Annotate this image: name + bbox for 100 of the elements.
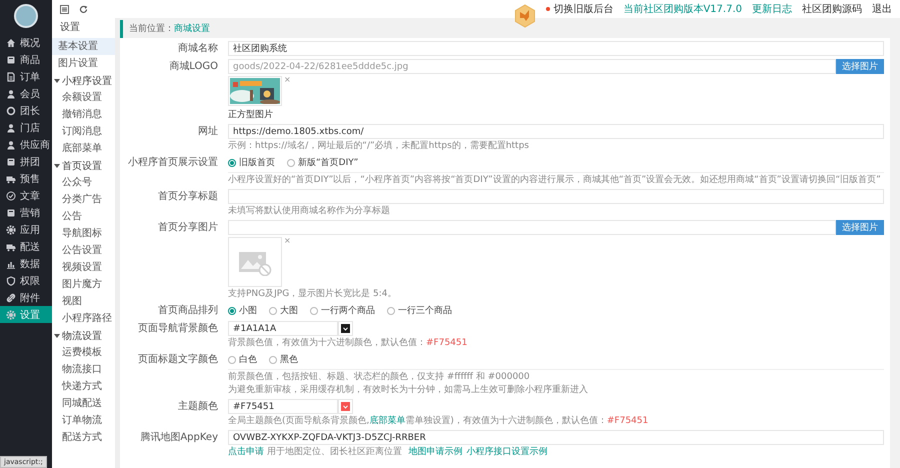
header-link[interactable]: 社区团购源码 — [802, 2, 862, 16]
person-icon — [6, 88, 16, 98]
menu-item[interactable]: 撤销消息 — [52, 106, 115, 123]
nav-item[interactable]: 文章 — [0, 187, 52, 204]
menu-item[interactable]: 快递方式 — [52, 378, 115, 395]
nav-item[interactable]: 拼团 — [0, 153, 52, 170]
person-icon — [6, 140, 16, 150]
nav-item[interactable]: 门店 — [0, 119, 52, 136]
field-label: 腾讯地图AppKey — [139, 430, 218, 445]
radio-option[interactable]: 旧版首页 — [228, 156, 275, 169]
radio-option[interactable]: 黑色 — [269, 353, 298, 366]
menu-icon[interactable] — [60, 4, 69, 14]
nav-item[interactable]: 应用 — [0, 221, 52, 238]
truck-icon — [6, 242, 16, 252]
menu-item[interactable]: 订单物流 — [52, 412, 115, 429]
menu-item[interactable]: 小程序路径 — [52, 310, 115, 327]
avatar — [14, 4, 38, 28]
nav-item[interactable]: 商品 — [0, 51, 52, 68]
square-icon — [6, 208, 16, 218]
document-icon — [6, 72, 16, 82]
menu-item[interactable]: 公告设置 — [52, 242, 115, 259]
hint-link[interactable]: 点击申请 — [228, 447, 264, 457]
text-field[interactable] — [228, 189, 884, 204]
hint-text: 全局主题颜色(页面导航条背景颜色,底部菜单需单独设置)，有效值为十六进制颜色，默认色值：#F75451 — [228, 416, 650, 427]
menu-group[interactable]: 物流设置 — [52, 327, 115, 344]
check-icon — [6, 190, 16, 200]
field-label: 商城LOGO — [168, 60, 218, 74]
menu-item[interactable]: 余额设置 — [52, 89, 115, 106]
hint-text: 背景颜色值，有效值为十六进制颜色，默认色值：#F75451 — [228, 338, 468, 349]
field-label: 页面标题文字颜色 — [137, 352, 218, 367]
menu-group[interactable]: 首页设置 — [52, 157, 115, 174]
menu-item[interactable]: 公告 — [52, 208, 115, 225]
menu-item[interactable]: 同城配送 — [52, 395, 115, 412]
color-field[interactable]: #F75451 — [228, 399, 338, 414]
radio-option[interactable]: 一行三个商品 — [387, 304, 452, 317]
menu-item[interactable]: 底部菜单 — [52, 140, 115, 157]
text-field[interactable]: https://demo.1805.xtbs.com/ — [228, 124, 884, 139]
menu-item[interactable]: 订阅消息 — [52, 123, 115, 140]
radio-option[interactable]: 一行两个商品 — [310, 304, 375, 317]
menu-item[interactable]: 物流接口 — [52, 361, 115, 378]
field-label: 首页分享标题 — [157, 190, 218, 204]
refresh-icon[interactable] — [79, 4, 88, 14]
nav-item[interactable]: 订单 — [0, 68, 52, 85]
field-label: 首页商品排列 — [157, 304, 218, 318]
menu-item[interactable]: 运费模板 — [52, 344, 115, 361]
menu-item[interactable]: 图片设置 — [52, 55, 115, 72]
nav-item[interactable]: 数据 — [0, 255, 52, 272]
caret-icon — [343, 326, 348, 330]
nav-item[interactable]: 附件 — [0, 289, 52, 306]
field-label: 商城名称 — [177, 42, 218, 56]
menu-item[interactable]: 公众号 — [52, 174, 115, 191]
nav-item[interactable]: 概况 — [0, 34, 52, 51]
text-field[interactable]: goods/2022-04-22/6281ee5ddde5c.jpg — [228, 59, 836, 74]
field-label: 小程序首页展示设置 — [127, 156, 218, 170]
field-label: 页面导航背景颜色 — [137, 322, 218, 336]
color-field[interactable]: #1A1A1A — [228, 321, 338, 336]
field-label: 首页分享图片 — [157, 220, 218, 235]
hint-text: 小程序设置好的“首页DIY”以后，“小程序首页”内容将按“首页DIY”设置的内容进行展示，商城其他“首页”设置会无效。如还想用商城“首页”设置请切换回“旧版首页” — [228, 175, 882, 186]
menu-item[interactable]: 配送方式 — [52, 429, 115, 446]
hint-text: 未填写将默认使用商城名称作为分享标题 — [228, 206, 391, 217]
text-field[interactable] — [228, 220, 836, 235]
color-swatch[interactable] — [338, 399, 353, 414]
shield-icon — [6, 276, 16, 286]
nav-item[interactable]: 权限 — [0, 272, 52, 289]
header-link[interactable]: 退出 — [872, 2, 892, 16]
link-icon — [6, 292, 16, 302]
menu-item[interactable]: 导航图标 — [52, 225, 115, 242]
color-swatch[interactable] — [338, 321, 353, 336]
menu-item[interactable]: 图片魔方 — [52, 276, 115, 293]
header-link[interactable]: 当前社区团购版本V17.7.0 — [623, 2, 742, 16]
home-icon — [6, 38, 16, 48]
text-field[interactable]: 社区团购系统 — [228, 41, 884, 56]
text-field[interactable]: OVWBZ-XYKXP-ZQFDA-VKTJ3-D5ZCJ-RRBER — [228, 430, 884, 445]
square-icon — [6, 54, 16, 64]
hint-text: 示例：https://域名/，网址最后的“/”必填，未配置https的，需要配置https — [228, 141, 530, 152]
nav-item[interactable]: 供应商 — [0, 136, 52, 153]
nav-item[interactable]: 团长 — [0, 102, 52, 119]
field-label: 网址 — [197, 124, 218, 139]
radio-option[interactable]: 小图 — [228, 304, 257, 317]
nav-item[interactable]: 配送 — [0, 238, 52, 255]
hint-link[interactable]: 底部菜单 — [369, 416, 406, 426]
hint-link[interactable]: 地图申请示例 — [408, 447, 463, 457]
header-link[interactable]: 更新日志 — [752, 2, 792, 16]
radio-option[interactable]: 新版“首页DIY” — [287, 156, 358, 169]
menu-item[interactable]: 视频设置 — [52, 259, 115, 276]
nav-item[interactable]: 设置 — [0, 306, 52, 323]
nav-item[interactable]: 会员 — [0, 85, 52, 102]
menu-item[interactable]: 视图 — [52, 293, 115, 310]
truck-icon — [6, 174, 16, 184]
menu-item[interactable]: 分类广告 — [52, 191, 115, 208]
menu-group[interactable]: 小程序设置 — [52, 72, 115, 89]
radio-option[interactable]: 大图 — [269, 304, 298, 317]
nav-item[interactable]: 预售 — [0, 170, 52, 187]
hint-link[interactable]: 小程序接口设置示例 — [466, 447, 548, 457]
gear-icon — [6, 224, 16, 234]
notice-link[interactable]: 切换旧版后台 — [546, 2, 614, 16]
nav-item[interactable]: 营销 — [0, 204, 52, 221]
menu-item[interactable]: 基本设置 — [52, 38, 115, 55]
caret-icon — [343, 404, 348, 408]
radio-option[interactable]: 白色 — [228, 353, 257, 366]
